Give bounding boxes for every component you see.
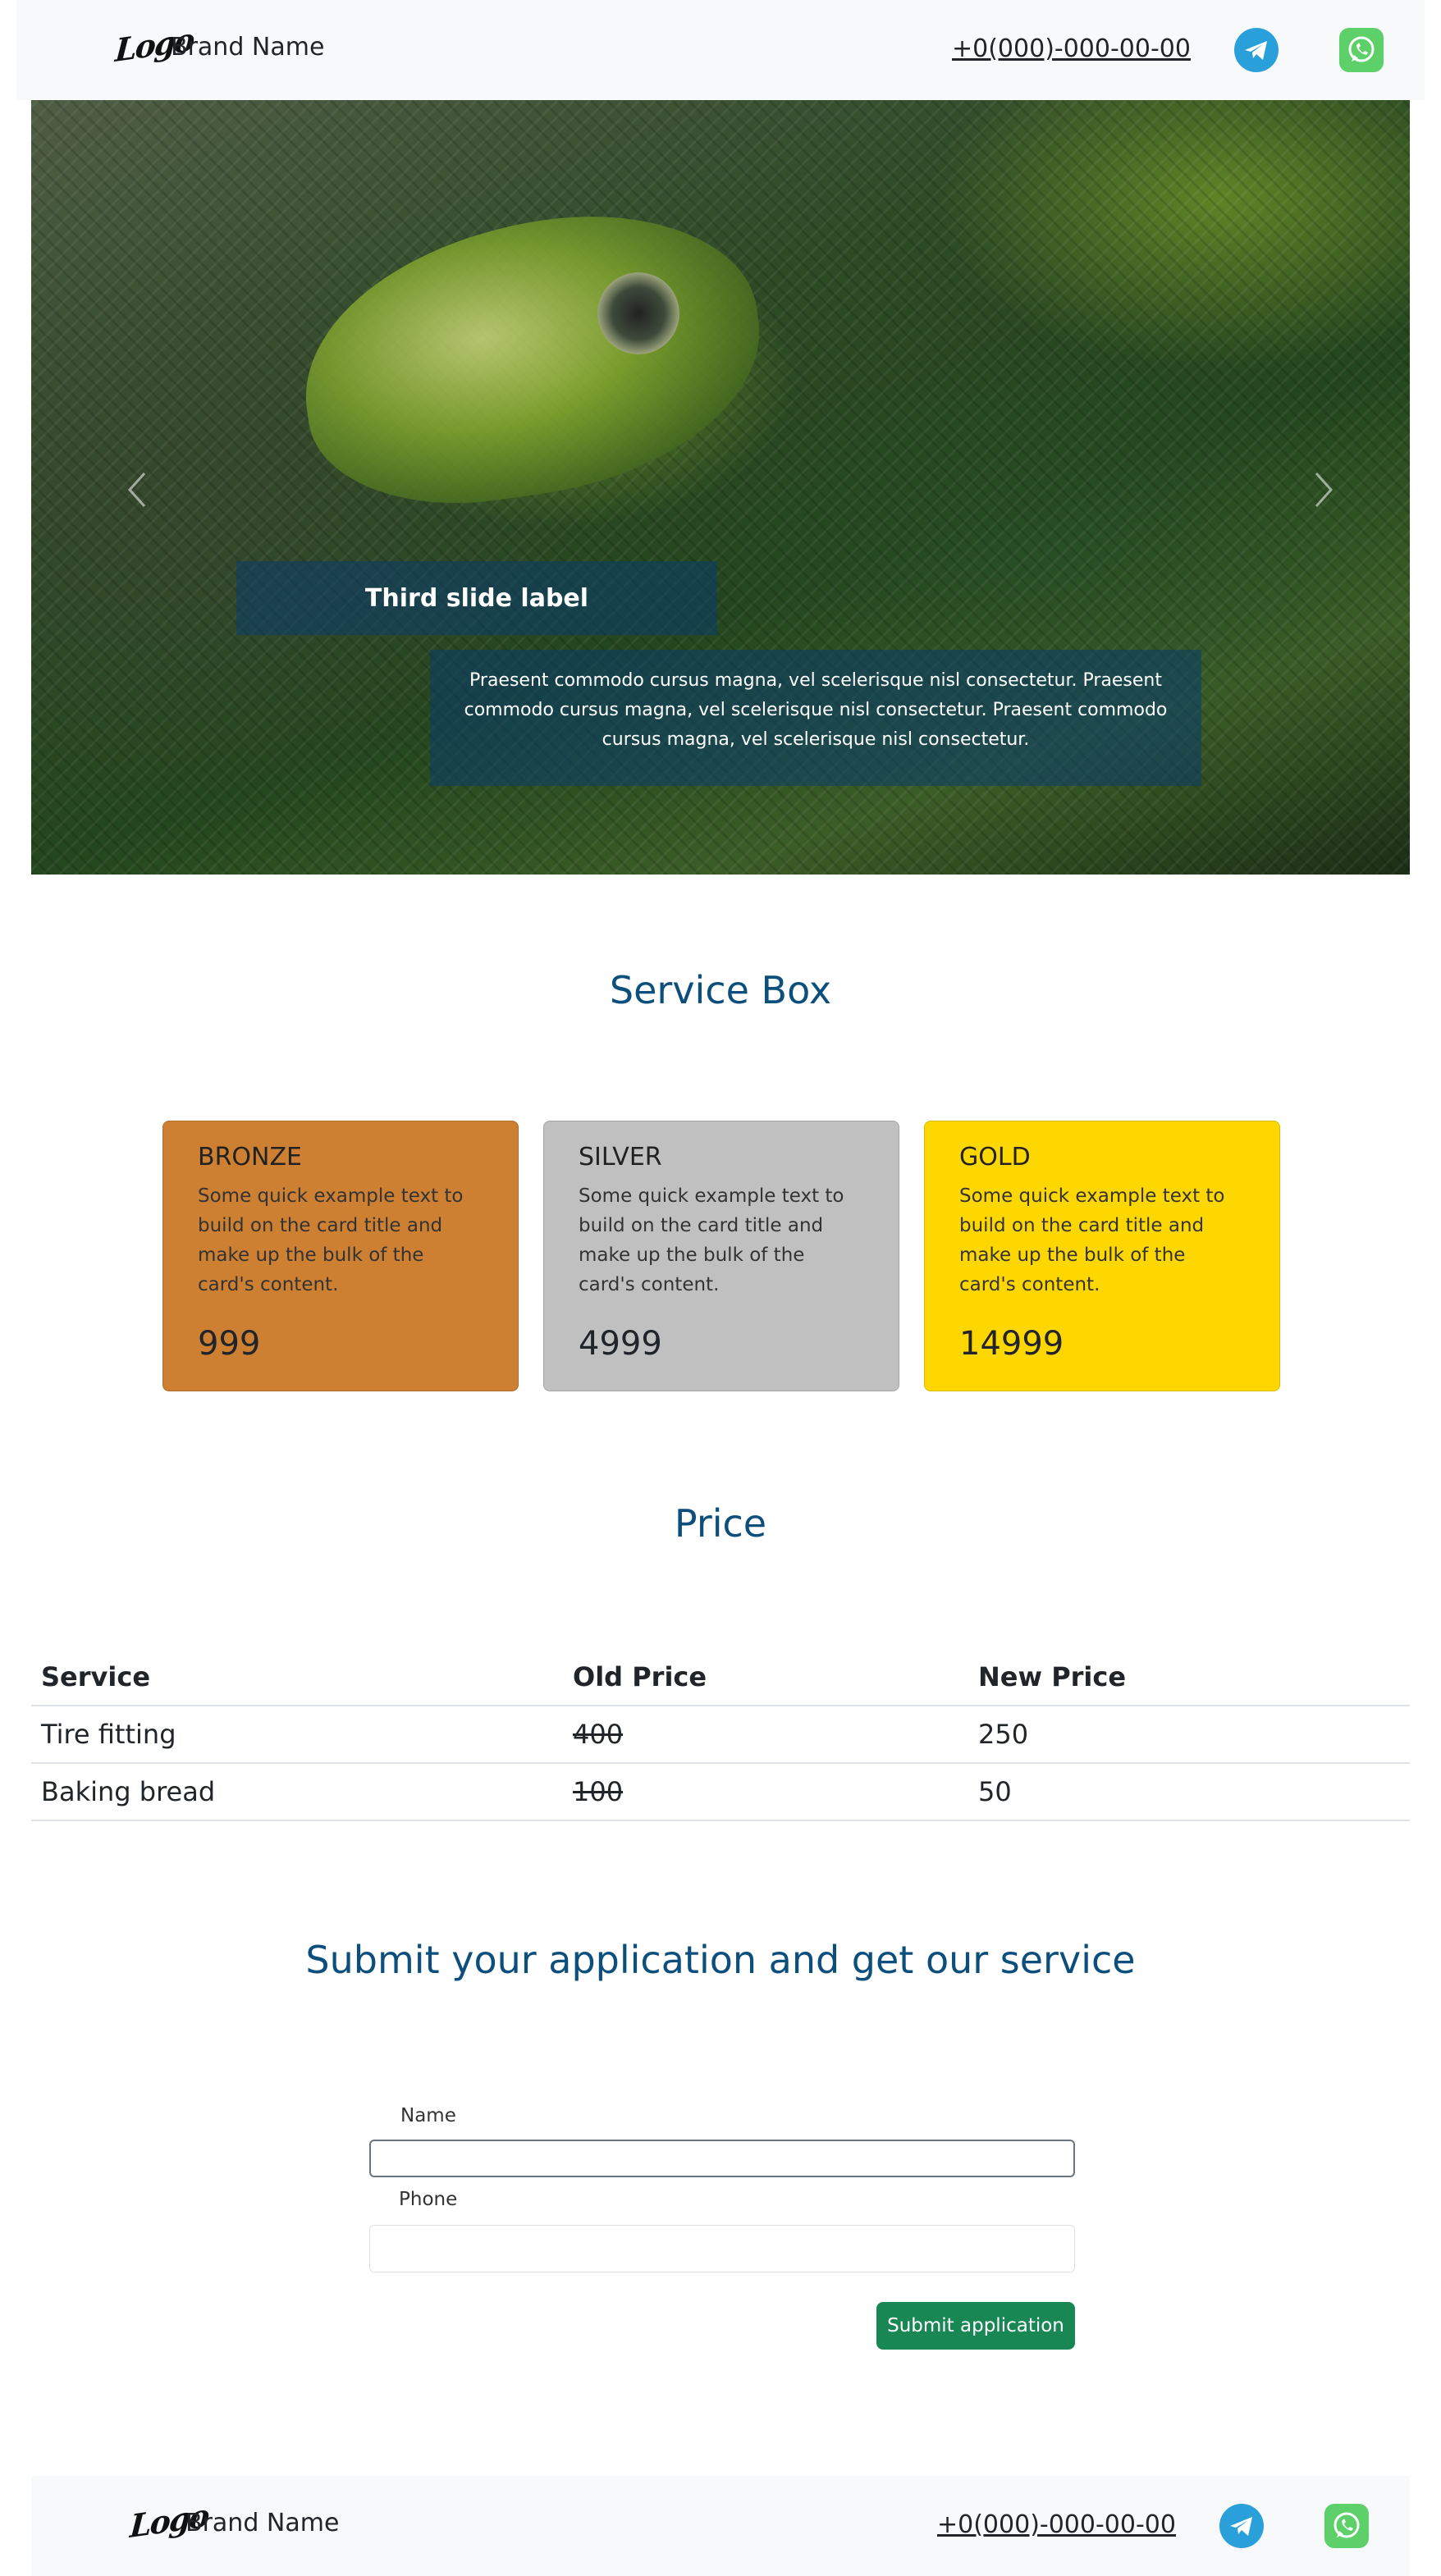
- price-title: Price: [674, 1501, 767, 1546]
- name-label: Name: [400, 2105, 456, 2126]
- old-price-cell: 100: [573, 1776, 624, 1807]
- slide-caption-text: Praesent commodo cursus magna, vel scele…: [430, 650, 1201, 786]
- card-title: GOLD: [959, 1143, 1031, 1172]
- slide-label-text: Third slide label: [364, 583, 589, 613]
- service-cell: Tire fitting: [41, 1719, 176, 1750]
- new-price-cell: 50: [978, 1776, 1012, 1807]
- card-price: 4999: [579, 1325, 662, 1363]
- hero-carousel: Third slide label Praesent commodo cursu…: [31, 100, 1410, 875]
- phone-input[interactable]: [369, 2225, 1075, 2272]
- old-price-cell: 400: [573, 1719, 624, 1750]
- whatsapp-icon[interactable]: [1339, 28, 1384, 72]
- table-row: Tire fitting 400 250: [31, 1706, 1410, 1764]
- price-table: Service Old Price New Price Tire fitting…: [31, 1649, 1410, 1821]
- service-cell: Baking bread: [41, 1776, 216, 1807]
- card-text: Some quick example text to build on the …: [579, 1185, 844, 1295]
- footer: Logo Brand Name +0(000)-000-00-00: [31, 2476, 1410, 2576]
- slide-caption-label: Third slide label: [236, 561, 717, 635]
- service-box-title: Service Box: [609, 968, 832, 1012]
- chevron-right-icon: [1315, 472, 1333, 508]
- footer-brand-name[interactable]: Brand Name: [185, 2509, 339, 2537]
- name-input[interactable]: [369, 2140, 1075, 2177]
- card-title: BRONZE: [198, 1143, 302, 1172]
- column-header-old-price: Old Price: [573, 1661, 707, 1692]
- footer-phone-link[interactable]: +0(000)-000-00-00: [937, 2510, 1176, 2539]
- application-form-title: Submit your application and get our serv…: [305, 1938, 1136, 1982]
- new-price-cell: 250: [978, 1719, 1029, 1750]
- submit-application-button[interactable]: Submit application: [876, 2302, 1075, 2350]
- card-text: Some quick example text to build on the …: [198, 1185, 464, 1295]
- whatsapp-icon[interactable]: [1324, 2504, 1369, 2548]
- column-header-new-price: New Price: [978, 1661, 1127, 1692]
- service-card-bronze[interactable]: BRONZE Some quick example text to build …: [162, 1121, 519, 1391]
- phone-label: Phone: [399, 2189, 458, 2210]
- table-row: Baking bread 100 50: [31, 1764, 1410, 1821]
- card-text: Some quick example text to build on the …: [959, 1185, 1225, 1295]
- service-card-silver[interactable]: SILVER Some quick example text to build …: [543, 1121, 899, 1391]
- snake-eye-shape: [597, 272, 679, 354]
- chevron-left-icon: [127, 472, 146, 508]
- card-price: 14999: [959, 1325, 1064, 1363]
- phone-link[interactable]: +0(000)-000-00-00: [952, 34, 1191, 63]
- card-title: SILVER: [579, 1143, 662, 1172]
- brand-name[interactable]: Brand Name: [171, 33, 324, 62]
- column-header-service: Service: [41, 1661, 151, 1692]
- telegram-icon[interactable]: [1234, 28, 1279, 72]
- card-price: 999: [198, 1325, 261, 1363]
- carousel-prev-button[interactable]: [117, 461, 158, 518]
- service-card-gold[interactable]: GOLD Some quick example text to build on…: [924, 1121, 1280, 1391]
- top-navbar: Logo Brand Name +0(000)-000-00-00: [16, 0, 1425, 100]
- table-header-row: Service Old Price New Price: [31, 1649, 1410, 1706]
- carousel-next-button[interactable]: [1303, 461, 1344, 518]
- telegram-icon[interactable]: [1219, 2504, 1264, 2548]
